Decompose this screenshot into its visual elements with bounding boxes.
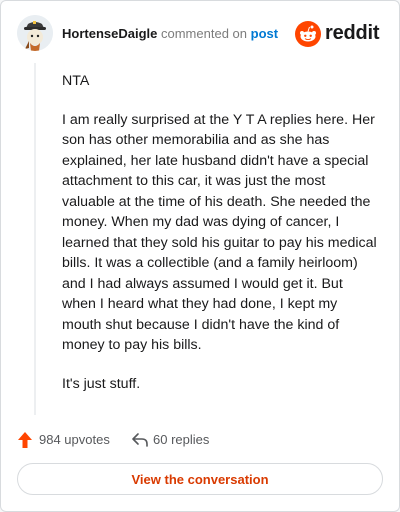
comment-paragraph: NTA bbox=[62, 73, 90, 89]
comment-paragraph: I am really surprised at the Y T A repli… bbox=[62, 111, 377, 354]
avatar-icon bbox=[17, 15, 53, 51]
comment-body: NTA I am really surprised at the Y T A r… bbox=[62, 71, 380, 412]
comment-header: HortenseDaigle commented on post reddit bbox=[17, 15, 383, 55]
avatar[interactable] bbox=[17, 15, 53, 51]
reddit-logo[interactable]: reddit bbox=[295, 21, 383, 47]
view-conversation-button[interactable]: View the conversation bbox=[17, 463, 383, 495]
comment-meta: HortenseDaigle commented on post bbox=[62, 26, 278, 41]
upvote-arrow-icon bbox=[18, 432, 32, 448]
comment-card: HortenseDaigle commented on post reddit … bbox=[0, 0, 400, 512]
thread-line bbox=[34, 63, 36, 415]
reddit-logo-icon bbox=[295, 21, 321, 47]
comment-paragraph: It's just stuff. bbox=[62, 375, 141, 392]
brand-wordmark: reddit bbox=[325, 22, 380, 44]
upvote-count: 984 upvotes bbox=[39, 432, 110, 447]
reply-count: 60 replies bbox=[153, 432, 210, 447]
reply-arrow-icon bbox=[132, 433, 148, 447]
post-link[interactable]: post bbox=[251, 26, 278, 41]
username-link[interactable]: HortenseDaigle bbox=[62, 26, 157, 41]
action-text: commented on bbox=[161, 26, 247, 41]
